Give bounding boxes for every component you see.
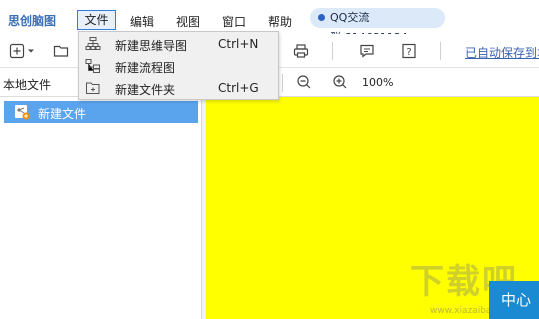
menu-item-new-mindmap[interactable]: 新建思维导图 Ctrl+N <box>79 33 278 55</box>
mindmap-icon <box>85 36 101 52</box>
help-icon[interactable]: ? <box>400 42 418 60</box>
menu-window[interactable]: 窗口 <box>222 13 246 30</box>
mindmap-file-icon <box>14 104 30 120</box>
file-sidebar: 新建文件 <box>0 97 202 319</box>
menu-view[interactable]: 视图 <box>176 13 200 30</box>
menu-edit[interactable]: 编辑 <box>130 13 154 30</box>
new-plus-icon[interactable] <box>8 42 26 60</box>
menu-item-new-folder[interactable]: 新建文件夹 Ctrl+G <box>79 77 278 99</box>
menu-help[interactable]: 帮助 <box>268 13 292 30</box>
zoom-level[interactable]: 100% <box>362 76 393 89</box>
autosave-link[interactable]: 已自动保存到本 <box>465 44 539 61</box>
folder-add-icon <box>85 80 101 96</box>
sidebar-item-label: 新建文件 <box>38 107 87 121</box>
new-dropdown-icon[interactable] <box>26 42 36 60</box>
toolbar-separator <box>332 42 333 60</box>
svg-text:?: ? <box>406 47 411 58</box>
zoom-separator <box>282 74 283 92</box>
menu-item-label: 新建流程图 <box>115 61 176 75</box>
qq-dot-icon <box>318 14 325 21</box>
menu-item-label: 新建文件夹 <box>115 83 176 97</box>
sidebar-item-new-file[interactable]: 新建文件 <box>4 101 198 123</box>
print-icon[interactable] <box>292 42 310 60</box>
flowchart-icon <box>85 58 101 74</box>
menu-item-new-flowchart[interactable]: 新建流程图 <box>79 55 278 77</box>
zoom-out-icon[interactable] <box>296 74 312 90</box>
toolbar-separator <box>440 42 441 60</box>
menu-item-shortcut: Ctrl+N <box>218 37 259 51</box>
zoom-in-icon[interactable] <box>332 74 348 90</box>
menu-file[interactable]: 文件 <box>77 10 116 30</box>
file-menu-dropdown: 新建思维导图 Ctrl+N 新建流程图 新建文件夹 Ctrl+G <box>78 31 279 100</box>
menu-item-label: 新建思维导图 <box>115 39 188 53</box>
menu-item-shortcut: Ctrl+G <box>218 81 259 95</box>
open-folder-icon[interactable] <box>52 42 70 60</box>
qq-group-badge[interactable]: QQ交流群:814681134 <box>310 8 445 44</box>
comment-icon[interactable] <box>358 42 376 60</box>
local-files-label: 本地文件 <box>3 78 52 92</box>
center-button[interactable]: 中心 <box>489 281 539 319</box>
menu-bar: 思创脑图 文件 编辑 视图 窗口 帮助 QQ交流群:814681134 <box>0 0 539 44</box>
app-title: 思创脑图 <box>8 14 57 28</box>
